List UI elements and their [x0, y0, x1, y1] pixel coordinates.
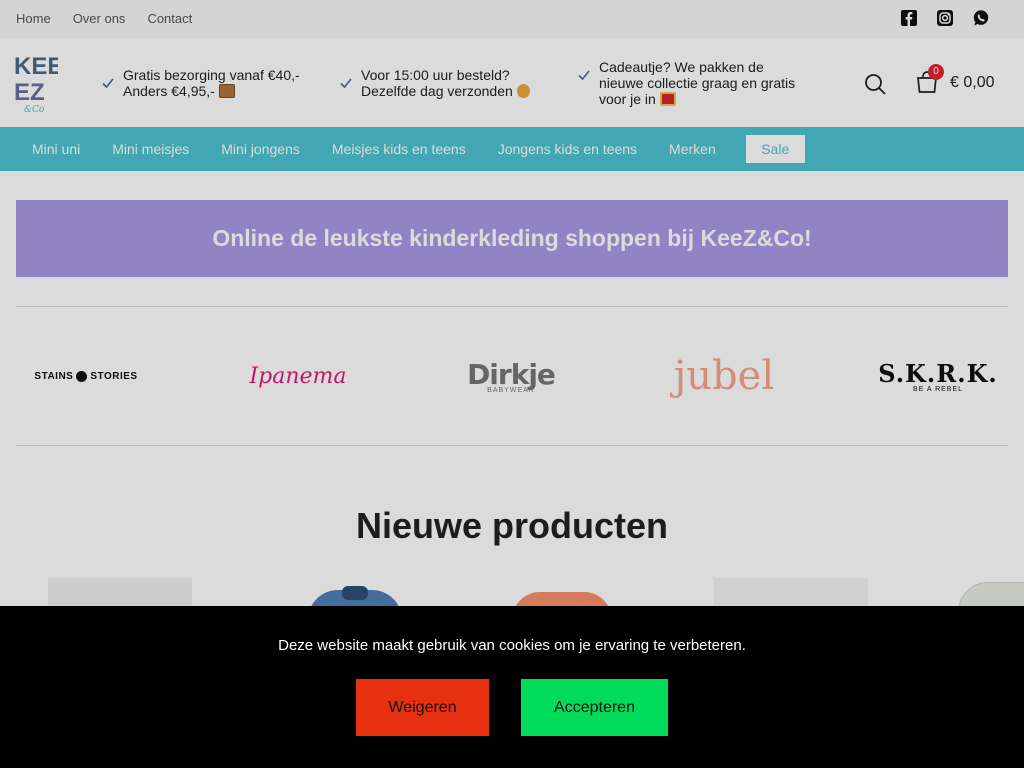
refuse-cookies-button[interactable]: Weigeren — [356, 679, 489, 736]
accept-cookies-button[interactable]: Accepteren — [521, 679, 668, 736]
cookie-consent-bar: Deze website maakt gebruik van cookies o… — [0, 606, 1024, 768]
cookie-message: Deze website maakt gebruik van cookies o… — [278, 637, 746, 654]
